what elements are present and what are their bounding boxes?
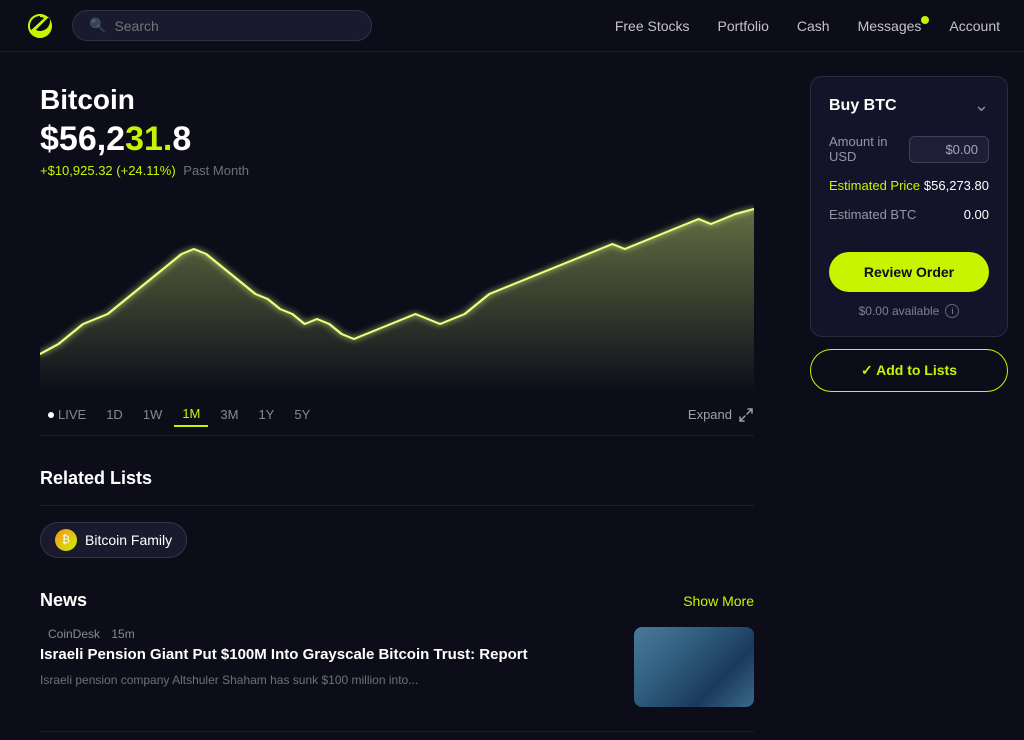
news-time: 15m — [111, 627, 134, 641]
search-bar[interactable]: 🔍 — [72, 10, 372, 41]
news-item-content: CoinDesk 15m Israeli Pension Giant Put $… — [40, 627, 528, 689]
time-selectors: LIVE 1D 1W 1M 3M 1Y 5Y Expand — [40, 402, 754, 436]
show-more-button[interactable]: Show More — [683, 593, 754, 609]
time-btn-3m[interactable]: 3M — [212, 403, 246, 426]
nav-messages[interactable]: Messages — [858, 18, 922, 34]
buy-panel: Buy BTC ⌄ Amount in USD Estimated Price … — [810, 76, 1008, 337]
related-lists-divider — [40, 505, 754, 506]
nav-account[interactable]: Account — [949, 18, 1000, 34]
news-item[interactable]: CoinDesk 15m Israeli Pension Giant Put $… — [40, 627, 754, 727]
news-headline: Israeli Pension Giant Put $100M Into Gra… — [40, 645, 528, 665]
time-btn-1w[interactable]: 1W — [135, 403, 171, 426]
right-panel: Buy BTC ⌄ Amount in USD Estimated Price … — [794, 52, 1024, 740]
estimated-btc-value: 0.00 — [964, 207, 989, 222]
btc-price: $56,231.8 — [40, 120, 754, 159]
info-icon[interactable]: i — [945, 304, 959, 318]
nav-free-stocks[interactable]: Free Stocks — [615, 18, 690, 34]
nav-portfolio[interactable]: Portfolio — [718, 18, 769, 34]
related-lists-title: Related Lists — [40, 468, 754, 489]
price-prefix: $56,2 — [40, 120, 125, 158]
tag-list: ₿ Bitcoin Family — [40, 522, 754, 558]
amount-label: Amount in USD — [829, 134, 909, 164]
buy-header: Buy BTC ⌄ — [829, 95, 989, 116]
time-buttons: LIVE 1D 1W 1M 3M 1Y 5Y — [40, 402, 318, 427]
btc-period: Past Month — [183, 163, 249, 178]
left-panel: Bitcoin $56,231.8 +$10,925.32 (+24.11%) … — [0, 52, 794, 740]
btc-title: Bitcoin — [40, 84, 754, 116]
news-source: CoinDesk 15m — [40, 627, 528, 641]
available-text: $0.00 available — [859, 304, 940, 318]
estimated-btc-label: Estimated BTC — [829, 207, 916, 222]
bitcoin-family-icon: ₿ — [55, 529, 77, 551]
news-thumbnail — [634, 627, 754, 707]
price-chart — [40, 194, 754, 394]
time-btn-1m[interactable]: 1M — [174, 402, 208, 427]
price-animated: 31. — [125, 120, 172, 158]
add-to-lists-button[interactable]: ✓ Add to Lists — [810, 349, 1008, 392]
buy-title: Buy BTC — [829, 97, 897, 115]
btc-change: +$10,925.32 (+24.11%) Past Month — [40, 163, 754, 178]
review-order-button[interactable]: Review Order — [829, 252, 989, 292]
estimated-price-value: $56,273.80 — [924, 178, 989, 193]
live-dot — [48, 412, 54, 418]
news-header: News Show More — [40, 590, 754, 611]
list-item[interactable]: ₿ Bitcoin Family — [40, 522, 187, 558]
available-row: $0.00 available i — [829, 304, 989, 318]
btc-header: Bitcoin $56,231.8 +$10,925.32 (+24.11%) … — [40, 84, 754, 178]
price-suffix: 8 — [172, 120, 191, 158]
amount-row: Amount in USD — [829, 134, 989, 164]
nav-cash[interactable]: Cash — [797, 18, 830, 34]
estimated-price-row: Estimated Price $56,273.80 — [829, 178, 989, 193]
buy-chevron-icon[interactable]: ⌄ — [974, 95, 989, 116]
logo[interactable] — [24, 10, 56, 42]
related-lists-section: Related Lists ₿ Bitcoin Family — [40, 468, 754, 558]
amount-input[interactable] — [909, 136, 989, 163]
expand-button[interactable]: Expand — [688, 407, 754, 423]
news-snippet: Israeli pension company Altshuler Shaham… — [40, 671, 528, 689]
main-content: Bitcoin $56,231.8 +$10,925.32 (+24.11%) … — [0, 52, 1024, 740]
tag-label: Bitcoin Family — [85, 532, 172, 548]
time-btn-5y[interactable]: 5Y — [286, 403, 318, 426]
time-btn-1d[interactable]: 1D — [98, 403, 131, 426]
news-section: News Show More CoinDesk 15m Israeli Pens… — [40, 590, 754, 740]
navbar: 🔍 Free Stocks Portfolio Cash Messages Ac… — [0, 0, 1024, 52]
news-thumbnail-image — [634, 627, 754, 707]
time-btn-1y[interactable]: 1Y — [250, 403, 282, 426]
estimated-price-label: Estimated Price — [829, 178, 920, 193]
search-icon: 🔍 — [89, 17, 106, 34]
estimated-btc-row: Estimated BTC 0.00 — [829, 207, 989, 222]
news-separator — [40, 731, 754, 732]
time-btn-live[interactable]: LIVE — [40, 403, 94, 426]
nav-right: Free Stocks Portfolio Cash Messages Acco… — [615, 18, 1000, 34]
news-title: News — [40, 590, 87, 611]
search-input[interactable] — [114, 18, 355, 34]
messages-notification-dot — [921, 16, 929, 24]
nav-left: 🔍 — [24, 10, 372, 42]
